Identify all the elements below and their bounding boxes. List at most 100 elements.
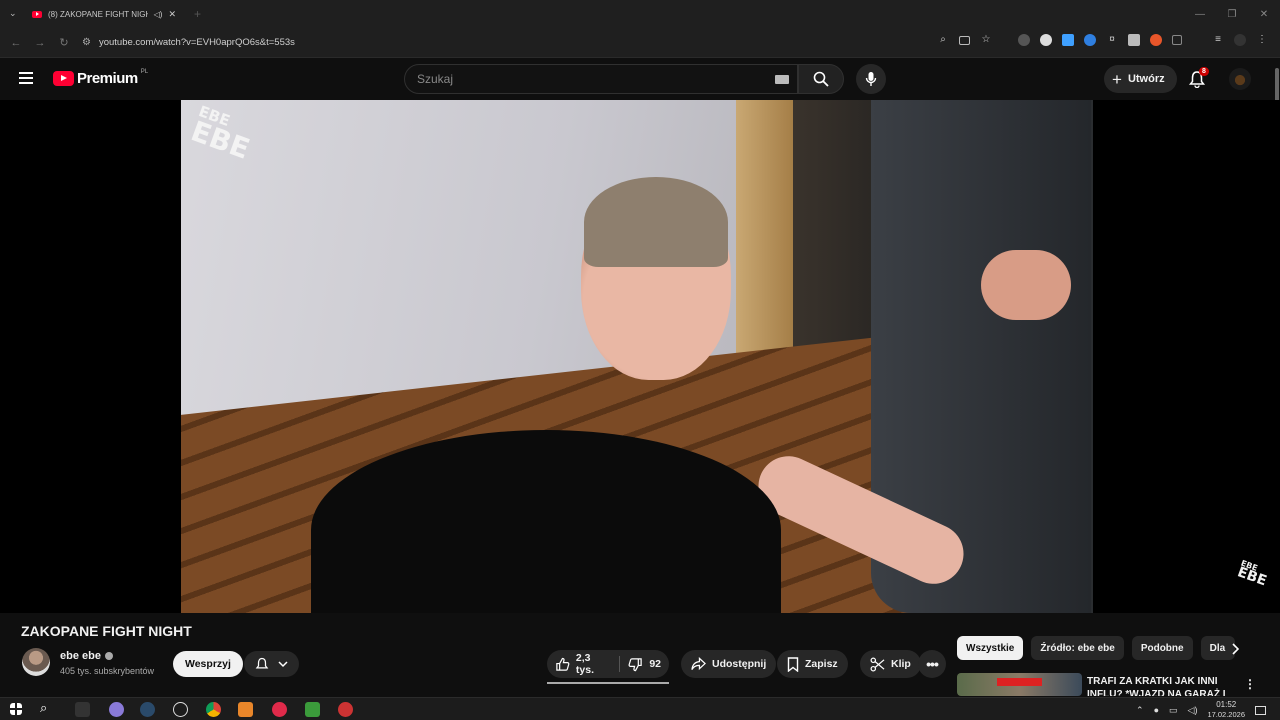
tab-title: (8) ZAKOPANE FIGHT NIGH	[48, 9, 148, 19]
clip-button[interactable]: Klip	[860, 650, 921, 678]
video-title: ZAKOPANE FIGHT NIGHT	[21, 623, 192, 639]
extensions-toolbar: ⌕ ☆ ¤ ≡ ⋮	[937, 34, 1268, 46]
app-8-icon[interactable]	[305, 702, 320, 717]
thumbs-up-icon	[556, 657, 570, 671]
chevron-right-icon	[1232, 643, 1240, 655]
youtube-play-icon	[53, 71, 74, 86]
extension-2-icon[interactable]	[1040, 34, 1052, 46]
steam-icon[interactable]	[140, 702, 155, 717]
voice-search-button[interactable]	[856, 64, 886, 94]
thumbnail-banner	[997, 678, 1042, 686]
extension-7-icon[interactable]	[1150, 34, 1162, 46]
bookmark-star-icon[interactable]: ☆	[980, 34, 992, 46]
dislike-count: 92	[649, 658, 661, 670]
windows-start-icon[interactable]	[10, 703, 22, 715]
related-filter-chips: Wszystkie Źródło: ebe ebe Podobne Dla	[957, 636, 1235, 660]
video-person-hair	[584, 177, 728, 267]
bell-icon	[255, 657, 269, 669]
youtube-header: Premium PL + Utwórz 8	[0, 58, 1280, 100]
save-button[interactable]: Zapisz	[777, 650, 848, 678]
channel-name-row[interactable]: ebe ebe	[60, 650, 113, 662]
epic-games-icon[interactable]	[75, 702, 90, 717]
browser-tabstrip: ⌄ (8) ZAKOPANE FIGHT NIGH ◁) ✕ + — ❐ ✕	[0, 0, 1280, 28]
forward-icon[interactable]: →	[28, 37, 52, 49]
cast-icon[interactable]	[959, 35, 970, 45]
minimize-icon[interactable]: —	[1184, 0, 1216, 28]
extension-3-icon[interactable]	[1062, 34, 1074, 46]
clock-time: 01:52	[1216, 700, 1237, 709]
account-avatar[interactable]	[1229, 68, 1251, 90]
menu-hamburger-icon[interactable]	[19, 72, 33, 84]
url-field[interactable]: ⚙ youtube.com/watch?v=EVH0aprQO6s&t=553s	[82, 37, 295, 48]
more-actions-button[interactable]: •••	[918, 650, 946, 678]
extension-4-icon[interactable]	[1084, 34, 1096, 46]
taskbar-search-icon[interactable]: ⌕	[40, 700, 55, 715]
dislike-button[interactable]: 92	[620, 650, 669, 678]
profile-icon[interactable]	[1234, 34, 1246, 46]
reload-icon[interactable]: ↻	[52, 36, 76, 49]
extensions-puzzle-icon[interactable]	[1172, 35, 1182, 45]
maximize-icon[interactable]: ❐	[1216, 0, 1248, 28]
network-icon[interactable]: ▭	[1169, 705, 1178, 716]
reading-list-icon[interactable]: ≡	[1212, 34, 1224, 46]
search-box	[404, 64, 798, 94]
tray-mic-icon[interactable]: ●	[1154, 705, 1159, 715]
audio-playing-icon[interactable]: ◁)	[154, 10, 163, 19]
search-button[interactable]	[798, 64, 844, 94]
browser-menu-icon[interactable]: ⋮	[1256, 34, 1268, 46]
app-7-icon[interactable]	[272, 702, 287, 717]
extension-1-icon[interactable]	[1018, 34, 1030, 46]
extension-6-icon[interactable]	[1128, 34, 1140, 46]
like-ratio-bar	[547, 682, 669, 684]
tab-list-chevron-icon[interactable]: ⌄	[9, 8, 17, 19]
new-tab-icon[interactable]: +	[194, 7, 201, 21]
search-icon	[813, 71, 829, 87]
app-9-icon[interactable]	[338, 702, 353, 717]
screen: ⌄ (8) ZAKOPANE FIGHT NIGH ◁) ✕ + — ❐ ✕ ←…	[0, 0, 1280, 720]
chip-all[interactable]: Wszystkie	[957, 636, 1024, 660]
share-button[interactable]: Udostępnij	[681, 650, 777, 678]
create-label: Utwórz	[1127, 73, 1165, 85]
close-window-icon[interactable]: ✕	[1248, 0, 1280, 28]
youtube-premium-logo[interactable]: Premium PL	[53, 68, 149, 87]
support-button[interactable]: Wesprzyj	[173, 651, 243, 677]
keyboard-icon[interactable]	[775, 75, 789, 84]
extension-5-icon[interactable]: ¤	[1106, 34, 1118, 46]
zoom-icon[interactable]: ⌕	[937, 34, 949, 46]
app-6-icon[interactable]	[238, 702, 253, 717]
like-dislike-group: 2,3 tys. 92	[547, 650, 669, 678]
volume-icon[interactable]: ◁)	[1188, 705, 1198, 716]
channel-avatar[interactable]	[22, 648, 50, 676]
notifications-badge: 8	[1199, 67, 1209, 76]
video-player[interactable]: EBE EBE	[0, 100, 1280, 613]
site-info-icon[interactable]: ⚙	[82, 37, 91, 48]
back-icon[interactable]: ←	[4, 37, 28, 49]
chrome-icon[interactable]	[206, 702, 221, 717]
windows-taskbar: ⌕ ⌃ ● ▭ ◁) 01:52 17.02.2026	[0, 697, 1280, 720]
browser-tab[interactable]: (8) ZAKOPANE FIGHT NIGH ◁) ✕	[24, 0, 184, 28]
like-button[interactable]: 2,3 tys.	[547, 650, 619, 678]
notification-center-icon[interactable]	[1255, 705, 1266, 715]
country-code: PL	[140, 68, 149, 75]
recommended-more-icon[interactable]: ⋮	[1244, 677, 1256, 691]
url-text: youtube.com/watch?v=EVH0aprQO6s&t=553s	[98, 37, 295, 48]
create-button[interactable]: + Utwórz	[1104, 65, 1177, 93]
subscription-notifications-button[interactable]	[244, 651, 299, 677]
tab-close-icon[interactable]: ✕	[168, 9, 176, 20]
recommended-video-thumbnail[interactable]	[957, 673, 1082, 696]
tray-expand-icon[interactable]: ⌃	[1136, 705, 1144, 716]
youtube-favicon-icon	[32, 10, 42, 18]
chip-source-channel[interactable]: Źródło: ebe ebe	[1031, 636, 1124, 660]
thumbs-down-icon	[628, 657, 643, 671]
recommended-video-title[interactable]: TRAFI ZA KRATKI JAK INNI INFLU? *WJAZD N…	[1087, 675, 1227, 696]
chips-next-button[interactable]	[1226, 640, 1244, 658]
app-2-icon[interactable]	[109, 702, 124, 717]
clock[interactable]: 01:52 17.02.2026	[1207, 700, 1245, 720]
chip-similar[interactable]: Podobne	[1131, 636, 1193, 660]
chevron-down-icon	[278, 661, 288, 668]
window-controls: — ❐ ✕	[1184, 0, 1280, 28]
channel-name[interactable]: ebe ebe	[60, 650, 101, 662]
save-label: Zapisz	[805, 658, 838, 670]
search-input[interactable]	[417, 72, 757, 86]
app-4-icon[interactable]	[173, 702, 188, 717]
